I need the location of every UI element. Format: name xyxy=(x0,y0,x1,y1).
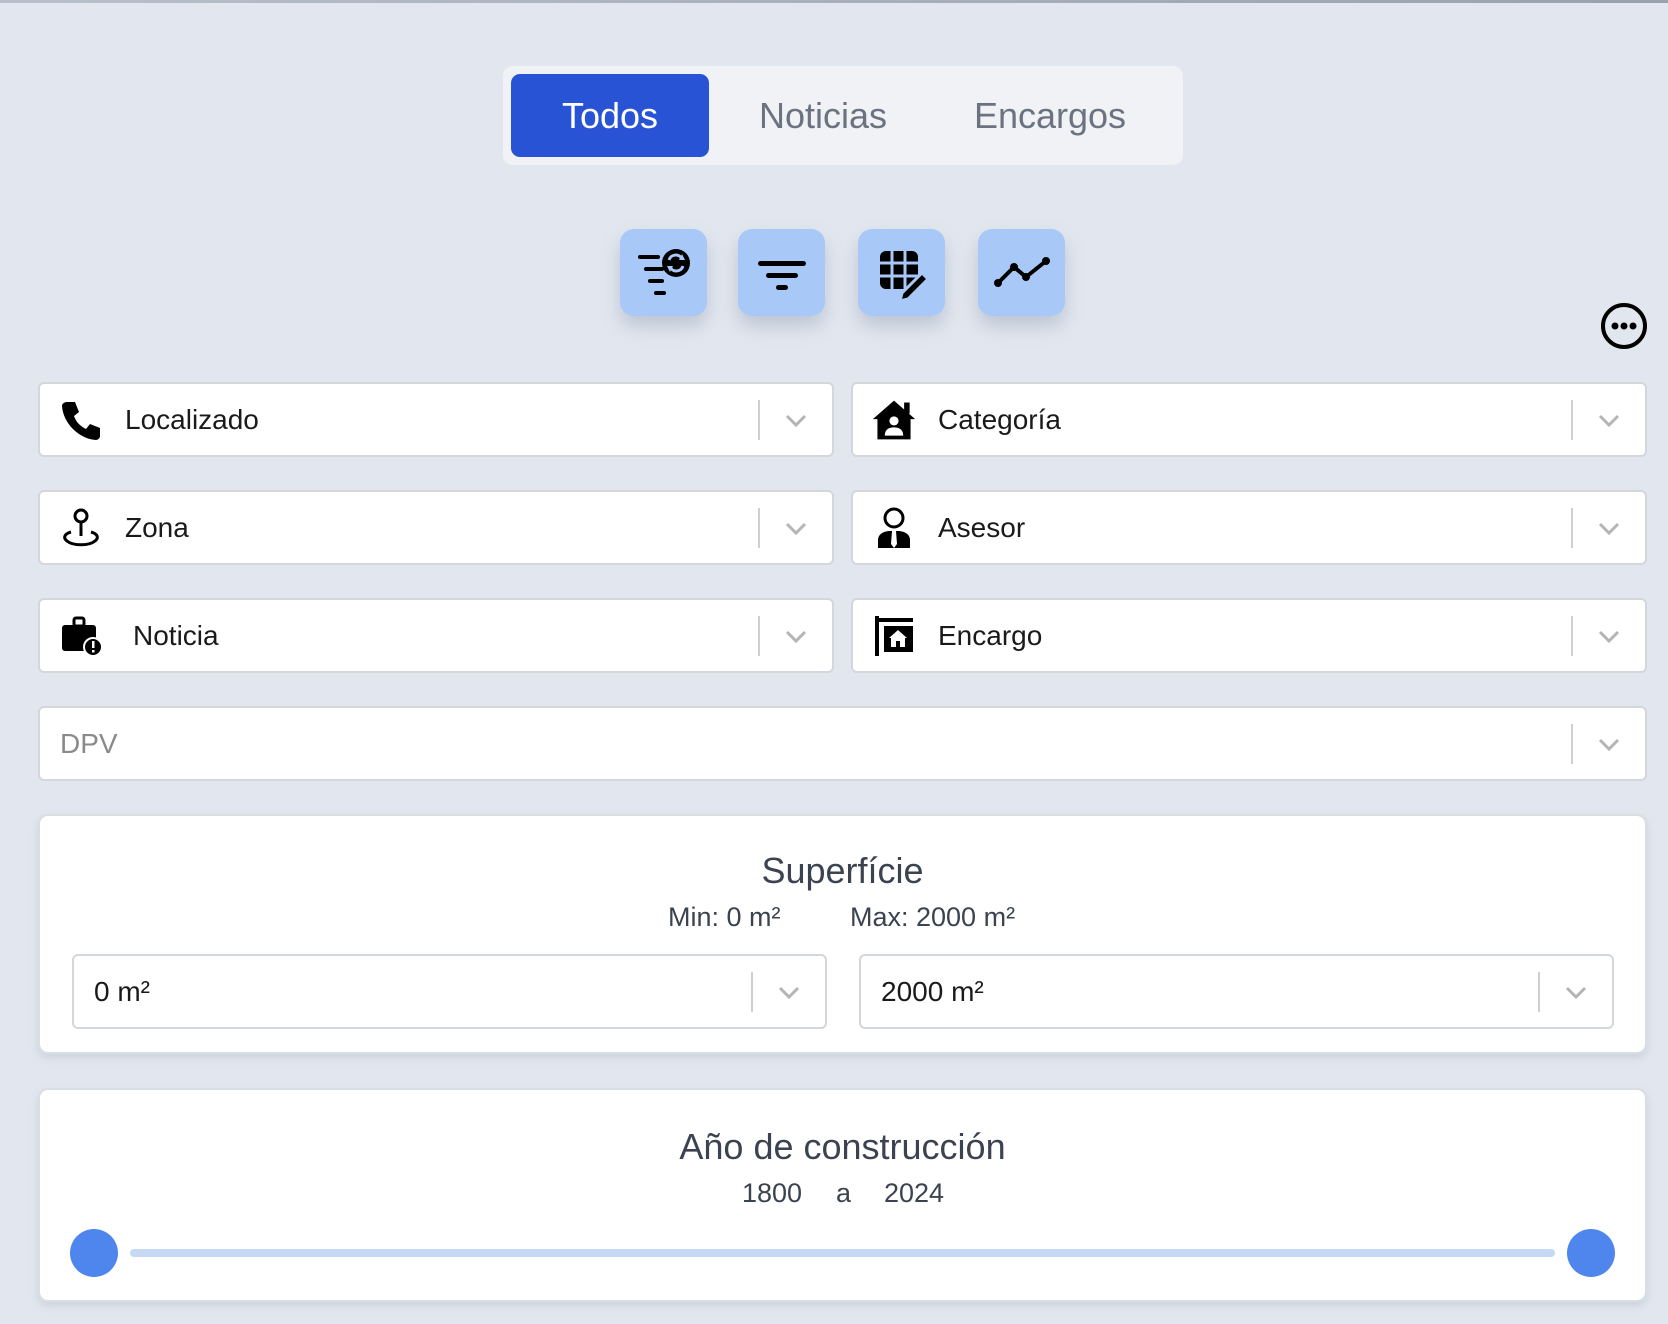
segmented-tabs: Todos Noticias Encargos xyxy=(503,66,1183,165)
select-separator xyxy=(1571,724,1573,764)
select-separator xyxy=(758,616,760,656)
house-user-icon xyxy=(871,397,917,443)
superficie-max-select[interactable]: 2000 m² xyxy=(859,954,1614,1029)
phone-icon xyxy=(58,397,104,443)
superficie-panel: Superfície Min: 0 m² Max: 2000 m² 0 m² 2… xyxy=(38,814,1647,1054)
superficie-max-value: 2000 m² xyxy=(881,975,984,1007)
anio-separator: a xyxy=(836,1178,852,1208)
asesor-label: Asesor xyxy=(938,511,1026,543)
anio-slider-max-thumb[interactable] xyxy=(1567,1229,1615,1277)
chevron-down-icon[interactable] xyxy=(775,978,803,1006)
table-edit-icon xyxy=(879,250,930,303)
select-separator xyxy=(758,508,760,548)
encargo-select[interactable]: Encargo xyxy=(851,598,1647,673)
chevron-down-icon[interactable] xyxy=(782,406,810,434)
tab-todos[interactable]: Todos xyxy=(511,74,709,157)
localizado-label: Localizado xyxy=(125,403,259,435)
dpv-placeholder: DPV xyxy=(60,727,118,759)
filter-refresh-button[interactable] xyxy=(620,229,707,316)
zona-label: Zona xyxy=(125,511,189,543)
top-border xyxy=(0,0,1668,3)
filter-refresh-icon xyxy=(637,248,690,295)
sign-house-icon xyxy=(871,613,917,659)
chevron-down-icon[interactable] xyxy=(1595,514,1623,542)
chevron-down-icon[interactable] xyxy=(1595,730,1623,758)
anio-construccion-panel: Año de construcción 1800 a 2024 xyxy=(38,1088,1647,1302)
anio-to-value: 2024 xyxy=(884,1178,945,1208)
encargo-label: Encargo xyxy=(938,619,1043,651)
select-separator xyxy=(1538,972,1540,1012)
noticia-label: Noticia xyxy=(133,619,219,651)
chevron-down-icon[interactable] xyxy=(782,514,810,542)
filter-icon xyxy=(757,260,806,290)
chevron-down-icon[interactable] xyxy=(1562,978,1590,1006)
localizado-select[interactable]: Localizado xyxy=(38,382,834,457)
line-chart-icon xyxy=(993,256,1050,287)
select-separator xyxy=(1571,508,1573,548)
select-separator xyxy=(1571,400,1573,440)
dpv-select[interactable]: DPV xyxy=(38,706,1647,781)
superficie-min-label: Min: 0 m² xyxy=(668,902,781,932)
user-tie-icon xyxy=(871,505,917,551)
location-pin-icon xyxy=(58,505,104,551)
filter-button[interactable] xyxy=(738,229,825,316)
superficie-min-value: 0 m² xyxy=(94,975,150,1007)
anio-from-value: 1800 xyxy=(742,1178,803,1208)
select-separator xyxy=(1571,616,1573,656)
anio-slider-min-thumb[interactable] xyxy=(70,1229,118,1277)
superficie-title: Superfície xyxy=(761,850,924,891)
chevron-down-icon[interactable] xyxy=(1595,622,1623,650)
more-options-icon xyxy=(1601,303,1647,349)
tab-encargos[interactable]: Encargos xyxy=(943,74,1157,157)
briefcase-alert-icon xyxy=(58,613,104,659)
more-options-button[interactable] xyxy=(1600,302,1648,350)
chevron-down-icon[interactable] xyxy=(782,622,810,650)
categoria-select[interactable]: Categoría xyxy=(851,382,1647,457)
anio-title: Año de construcción xyxy=(679,1126,1006,1167)
line-chart-button[interactable] xyxy=(978,229,1065,316)
asesor-select[interactable]: Asesor xyxy=(851,490,1647,565)
table-edit-button[interactable] xyxy=(858,229,945,316)
superficie-max-label: Max: 2000 m² xyxy=(850,902,1016,932)
categoria-label: Categoría xyxy=(938,403,1061,435)
select-separator xyxy=(758,400,760,440)
select-separator xyxy=(751,972,753,1012)
noticia-select[interactable]: Noticia xyxy=(38,598,834,673)
zona-select[interactable]: Zona xyxy=(38,490,834,565)
anio-slider-track[interactable] xyxy=(130,1249,1555,1257)
chevron-down-icon[interactable] xyxy=(1595,406,1623,434)
superficie-min-select[interactable]: 0 m² xyxy=(72,954,827,1029)
tab-noticias[interactable]: Noticias xyxy=(728,74,918,157)
